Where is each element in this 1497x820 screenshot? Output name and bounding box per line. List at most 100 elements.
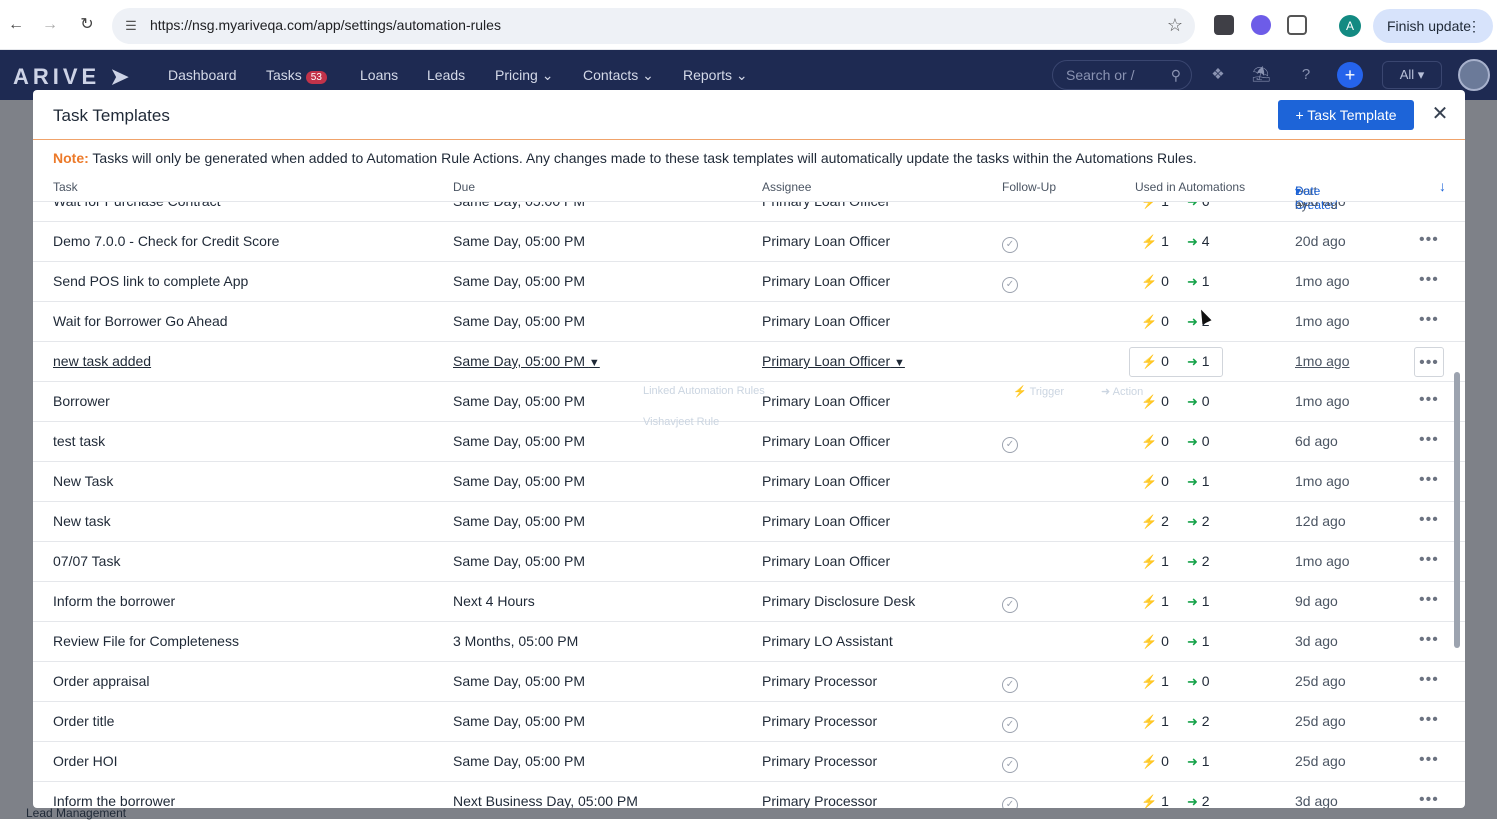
bookmark-star-icon[interactable]: ☆ <box>1167 15 1183 36</box>
arive-logo[interactable]: ARIVE ➤ <box>13 64 133 90</box>
help-icon[interactable]: ? <box>1296 65 1316 85</box>
followup-check-icon: ✓ <box>1002 234 1018 253</box>
finish-update-label: Finish update <box>1387 18 1472 34</box>
table-row[interactable]: Inform the borrower Next Business Day, 05… <box>33 782 1465 808</box>
col-used-in-automations[interactable]: Used in Automations <box>1135 180 1245 194</box>
due-text: Same Day, 05:00 PM <box>453 553 586 569</box>
task-name[interactable]: New Task <box>53 473 113 489</box>
task-due: Next Business Day, 05:00 PM <box>453 793 638 808</box>
broadcast-icon[interactable]: ❖ <box>1208 65 1228 85</box>
search-placeholder: Search or / <box>1066 67 1135 83</box>
trigger-count: ⚡ 0 <box>1141 313 1169 330</box>
row-more-button[interactable]: ••• <box>1419 711 1439 729</box>
sort-direction-icon[interactable]: ↓ <box>1439 178 1446 194</box>
col-task[interactable]: Task <box>53 180 78 194</box>
nav-dashboard[interactable]: Dashboard <box>168 67 237 83</box>
back-icon[interactable]: ← <box>6 15 26 35</box>
table-row[interactable]: test task Same Day, 05:00 PM Primary Loan … <box>33 422 1465 462</box>
col-due[interactable]: Due <box>453 180 475 194</box>
row-more-button[interactable]: ••• <box>1419 471 1439 489</box>
profile-avatar[interactable]: A <box>1339 15 1361 37</box>
row-more-button[interactable]: ••• <box>1419 311 1439 329</box>
global-search-input[interactable]: Search or / ⚲ <box>1052 60 1192 90</box>
task-name[interactable]: Wait for Purchase Contract <box>53 202 221 209</box>
action-count: ➜ 2 <box>1187 793 1210 808</box>
task-name[interactable]: Inform the borrower <box>53 593 175 609</box>
task-name[interactable]: Demo 7.0.0 - Check for Credit Score <box>53 233 279 249</box>
scope-select[interactable]: All ▾ <box>1382 61 1442 89</box>
table-row[interactable]: Wait for Borrower Go Ahead Same Day, 05:0… <box>33 302 1465 342</box>
user-avatar[interactable] <box>1458 59 1490 91</box>
bank-icon[interactable]: ⛱ <box>1251 65 1271 85</box>
row-more-button[interactable]: ••• <box>1419 431 1439 449</box>
action-count-value: 2 <box>1201 553 1210 569</box>
site-settings-icon[interactable]: ☰ <box>122 17 140 35</box>
task-name[interactable]: Order appraisal <box>53 673 150 689</box>
puzzle-icon[interactable] <box>1287 15 1307 35</box>
row-more-button[interactable]: ••• <box>1414 347 1444 377</box>
table-row[interactable]: Order title Same Day, 05:00 PM Primary Pro… <box>33 702 1465 742</box>
finish-update-button[interactable]: Finish update ⋮ <box>1373 9 1493 43</box>
task-name[interactable]: Order title <box>53 713 114 729</box>
nav-tasks[interactable]: Tasks 53 <box>266 67 327 84</box>
table-row[interactable]: Order HOI Same Day, 05:00 PM Primary Proce… <box>33 742 1465 782</box>
table-row[interactable]: 07/07 Task Same Day, 05:00 PM Primary Loan… <box>33 542 1465 582</box>
task-name[interactable]: Inform the borrower <box>53 793 175 808</box>
nav-loans[interactable]: Loans <box>360 67 398 83</box>
table-row[interactable]: Send POS link to complete App Same Day, 0… <box>33 262 1465 302</box>
task-name[interactable]: test task <box>53 433 105 449</box>
row-more-button[interactable]: ••• <box>1419 391 1439 409</box>
row-more-button[interactable]: ••• <box>1419 631 1439 649</box>
action-count: ➜ 6 <box>1187 202 1210 210</box>
extension-icon[interactable] <box>1214 15 1234 35</box>
forward-icon[interactable]: → <box>40 15 60 35</box>
task-name[interactable]: Review File for Completeness <box>53 633 239 649</box>
nav-contacts[interactable]: Contacts ⌄ <box>583 67 654 84</box>
row-more-button[interactable]: ••• <box>1419 551 1439 569</box>
row-more-button[interactable]: ••• <box>1419 271 1439 289</box>
assignee-text: Primary Loan Officer <box>762 353 891 369</box>
row-more-button[interactable]: ••• <box>1419 791 1439 808</box>
trigger-count-value: 1 <box>1161 202 1169 209</box>
create-new-button[interactable]: + <box>1337 62 1363 88</box>
background-footer: Lead Management <box>0 806 1497 820</box>
table-row[interactable]: New Task Same Day, 05:00 PM Primary Loan O… <box>33 462 1465 502</box>
row-more-button[interactable]: ••• <box>1419 671 1439 689</box>
table-row[interactable]: Demo 7.0.0 - Check for Credit Score Same … <box>33 222 1465 262</box>
col-followup[interactable]: Follow-Up <box>1002 180 1056 194</box>
task-name[interactable]: Send POS link to complete App <box>53 273 248 289</box>
assignee-text: Primary Loan Officer <box>762 393 891 409</box>
task-name[interactable]: new task added <box>53 353 151 369</box>
nav-leads[interactable]: Leads <box>427 67 465 83</box>
close-icon[interactable]: ✕ <box>1431 103 1449 125</box>
row-more-button[interactable]: ••• <box>1419 751 1439 769</box>
task-name[interactable]: Borrower <box>53 393 110 409</box>
task-due[interactable]: Same Day, 05:00 PM ▼ <box>453 353 600 369</box>
row-more-button[interactable]: ••• <box>1419 591 1439 609</box>
row-more-button[interactable]: ••• <box>1419 231 1439 249</box>
nav-reports[interactable]: Reports ⌄ <box>683 67 748 84</box>
row-more-button[interactable]: ••• <box>1419 202 1439 209</box>
table-row[interactable]: Inform the borrower Next 4 Hours Primary D… <box>33 582 1465 622</box>
vertical-scrollbar[interactable] <box>1454 372 1460 648</box>
task-assignee[interactable]: Primary Loan Officer ▼ <box>762 353 905 369</box>
task-name[interactable]: Order HOI <box>53 753 118 769</box>
table-row[interactable]: Wait for Purchase Contract Same Day, 05:0… <box>33 202 1465 222</box>
task-name[interactable]: 07/07 Task <box>53 553 120 569</box>
col-assignee[interactable]: Assignee <box>762 180 811 194</box>
table-row[interactable]: New task Same Day, 05:00 PM Primary Loan O… <box>33 502 1465 542</box>
nav-pricing[interactable]: Pricing ⌄ <box>495 67 553 84</box>
address-bar[interactable]: ☰ https://nsg.myariveqa.com/app/settings… <box>112 8 1195 44</box>
extension-icon[interactable] <box>1251 15 1271 35</box>
reload-icon[interactable]: ↻ <box>77 15 97 35</box>
task-name[interactable]: New task <box>53 513 111 529</box>
task-name[interactable]: Wait for Borrower Go Ahead <box>53 313 228 329</box>
url-text: https://nsg.myariveqa.com/app/settings/a… <box>150 17 501 33</box>
action-count: ➜ 1 <box>1187 273 1210 290</box>
arrow-right-icon: ➜ <box>1187 514 1198 529</box>
table-row[interactable]: new task added Same Day, 05:00 PM ▼ Primar… <box>33 342 1465 382</box>
table-row[interactable]: Order appraisal Same Day, 05:00 PM Primary… <box>33 662 1465 702</box>
add-task-template-button[interactable]: + Task Template <box>1278 100 1414 130</box>
table-row[interactable]: Review File for Completeness 3 Months, 05… <box>33 622 1465 662</box>
row-more-button[interactable]: ••• <box>1419 511 1439 529</box>
